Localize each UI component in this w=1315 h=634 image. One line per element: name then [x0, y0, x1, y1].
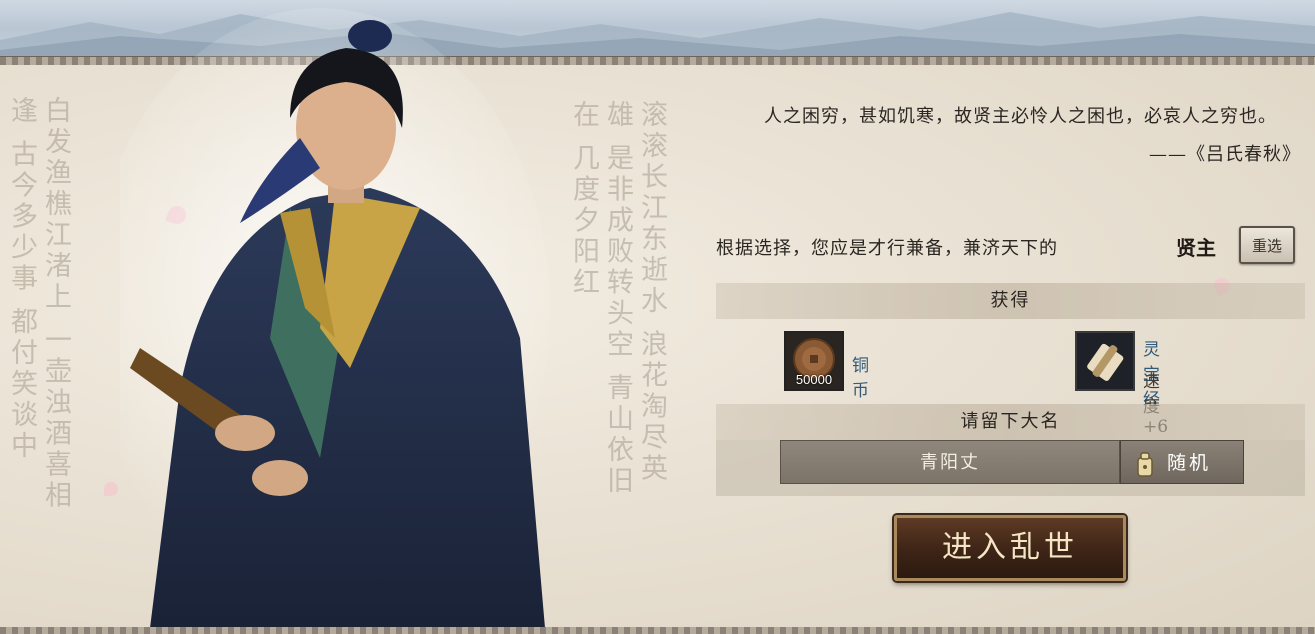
calligraphy-line: 滚滚长江东逝水 — [636, 100, 667, 317]
calligraphy-line: 几度夕阳红 — [568, 143, 599, 299]
dice-icon — [1135, 450, 1155, 477]
result-description: 根据选择，您应是才行兼备，兼济天下的 — [716, 238, 1058, 259]
calligraphy-line: 都付笑谈中 — [6, 307, 37, 463]
result-title: 贤主 — [1176, 236, 1216, 260]
reward-amount: 50000 — [795, 372, 833, 387]
quote-text: 人之困穷，甚如饥寒，故贤主必怜人之困也，必哀人之穷也。 — [764, 106, 1277, 127]
random-label: 随机 — [1167, 452, 1212, 474]
calligraphy-right: 滚滚长江东逝水 浪花淘尽英雄 是非成败转头空 青山依旧在 几度夕阳红 — [566, 100, 668, 500]
calligraphy-line: 古今多少事 — [6, 139, 37, 295]
character-name-input[interactable]: 青阳丈 — [780, 440, 1120, 484]
petal-decoration — [104, 482, 118, 496]
calligraphy-line: 是非成败转头空 — [602, 143, 633, 361]
frame-border-bottom — [0, 627, 1315, 634]
enter-game-button[interactable]: 进入乱世 — [894, 515, 1126, 581]
random-name-button[interactable]: 随机 — [1120, 440, 1244, 484]
calligraphy-left: 白发渔樵江渚上 一壶浊酒喜相逢 古今多少事 都付笑谈中 — [4, 96, 72, 516]
quote-block: 人之困穷，甚如饥寒，故贤主必怜人之困也，必哀人之穷也。 ——《吕氏春秋》 — [716, 100, 1301, 166]
reward-name: 铜币 — [852, 356, 869, 401]
scroll-icon — [1075, 331, 1135, 391]
copper-coin-icon: 50000 — [784, 331, 844, 391]
naming-header: 请留下大名 — [716, 404, 1305, 440]
reselect-button[interactable]: 重选 — [1239, 226, 1295, 264]
calligraphy-line: 白发渔樵江渚上 — [40, 96, 71, 313]
character-portrait — [90, 8, 560, 628]
quote-source: ——《吕氏春秋》 — [1149, 144, 1301, 165]
rewards-header: 获得 — [716, 283, 1305, 319]
